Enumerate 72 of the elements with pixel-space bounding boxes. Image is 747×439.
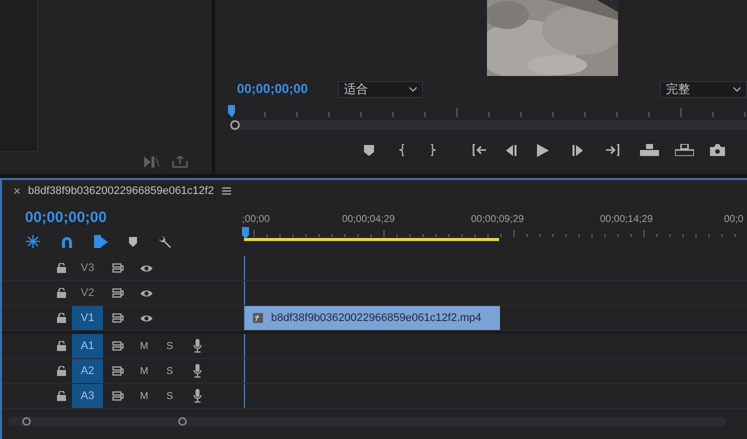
- scroll-handle[interactable]: [178, 416, 187, 426]
- audio-insert-icon[interactable]: [144, 156, 160, 168]
- ruler-label: 00;00;09;29: [471, 213, 524, 227]
- export-icon[interactable]: [172, 156, 188, 168]
- microphone-icon[interactable]: [193, 364, 202, 378]
- marker-icon[interactable]: [129, 236, 137, 246]
- playhead-marker[interactable]: [242, 227, 249, 239]
- lock-icon[interactable]: [57, 313, 66, 323]
- track-output-icon[interactable]: [112, 341, 124, 351]
- microphone-icon[interactable]: [193, 389, 202, 403]
- track-output-icon[interactable]: [112, 391, 124, 401]
- go-to-out-icon[interactable]: [605, 144, 620, 156]
- menu-icon[interactable]: [222, 187, 231, 195]
- mark-out-icon[interactable]: [430, 144, 436, 156]
- marker-icon[interactable]: [364, 144, 374, 156]
- eye-icon[interactable]: [140, 288, 153, 298]
- solo-toggle[interactable]: S: [166, 364, 174, 378]
- close-icon[interactable]: [14, 188, 20, 194]
- chevron-icon: [409, 86, 417, 92]
- program-timecode[interactable]: 00;00;00;00: [237, 79, 337, 99]
- camera-icon[interactable]: [710, 144, 725, 156]
- track-target[interactable]: A1: [72, 334, 103, 358]
- track-target[interactable]: A2: [72, 359, 103, 383]
- effects-icon: [253, 313, 263, 323]
- video-clip[interactable]: b8df38f9b03620022966859e061c12f2.mp4: [245, 306, 500, 330]
- magnet-icon[interactable]: [61, 236, 73, 248]
- sequence-timecode[interactable]: 00;00;00;00: [25, 209, 242, 227]
- program-ruler[interactable]: [231, 108, 747, 117]
- playhead-handle[interactable]: [230, 120, 240, 130]
- solo-toggle[interactable]: S: [166, 388, 174, 404]
- ruler-label: ;00;00: [242, 213, 270, 227]
- go-to-in-icon[interactable]: [472, 144, 487, 156]
- fit-dropdown[interactable]: 适合: [338, 80, 423, 98]
- insert-icon[interactable]: [640, 144, 659, 156]
- nest-icon[interactable]: [26, 235, 40, 248]
- track-target[interactable]: A3: [72, 384, 103, 408]
- play-icon[interactable]: [537, 144, 549, 156]
- lock-icon[interactable]: [57, 263, 66, 273]
- track-output-icon[interactable]: [112, 288, 124, 298]
- quality-dropdown[interactable]: 完整: [660, 80, 747, 98]
- ruler-label: 00;00;14;29: [600, 213, 653, 227]
- ruler-label: 00;0: [724, 213, 744, 227]
- mute-toggle[interactable]: M: [140, 364, 148, 378]
- chevron-icon: [733, 86, 741, 92]
- track-target[interactable]: V1: [72, 306, 103, 330]
- mute-toggle[interactable]: M: [140, 388, 148, 404]
- track-output-icon[interactable]: [112, 313, 124, 323]
- scroll-handle[interactable]: [22, 416, 31, 426]
- linked-selection-icon[interactable]: [94, 235, 108, 248]
- playhead-marker[interactable]: [228, 105, 235, 117]
- lock-icon[interactable]: [57, 391, 66, 401]
- mark-in-icon[interactable]: [399, 144, 405, 156]
- ruler-label: 00;00;04;29: [342, 213, 395, 227]
- eye-icon[interactable]: [140, 264, 153, 272]
- clip-name: b8df38f9b03620022966859e061c12f2.mp4: [271, 310, 482, 326]
- lock-icon[interactable]: [57, 288, 66, 298]
- solo-toggle[interactable]: S: [166, 338, 174, 354]
- wrench-icon[interactable]: [158, 235, 171, 248]
- zoom-scroll-bar[interactable]: [8, 416, 726, 426]
- sequence-title[interactable]: b8df38f9b03620022966859e061c12f2: [28, 182, 214, 200]
- lock-icon[interactable]: [57, 341, 66, 351]
- track-target[interactable]: V3: [72, 256, 103, 280]
- track-output-icon[interactable]: [112, 263, 124, 273]
- track-target[interactable]: V2: [72, 281, 103, 305]
- track-output-icon[interactable]: [112, 366, 124, 376]
- overwrite-icon[interactable]: [675, 144, 694, 156]
- step-forward-icon[interactable]: [572, 144, 584, 156]
- microphone-icon[interactable]: [193, 339, 202, 353]
- lock-icon[interactable]: [57, 366, 66, 376]
- eye-icon[interactable]: [140, 314, 153, 322]
- mute-toggle[interactable]: M: [140, 338, 148, 354]
- step-back-icon[interactable]: [505, 144, 517, 156]
